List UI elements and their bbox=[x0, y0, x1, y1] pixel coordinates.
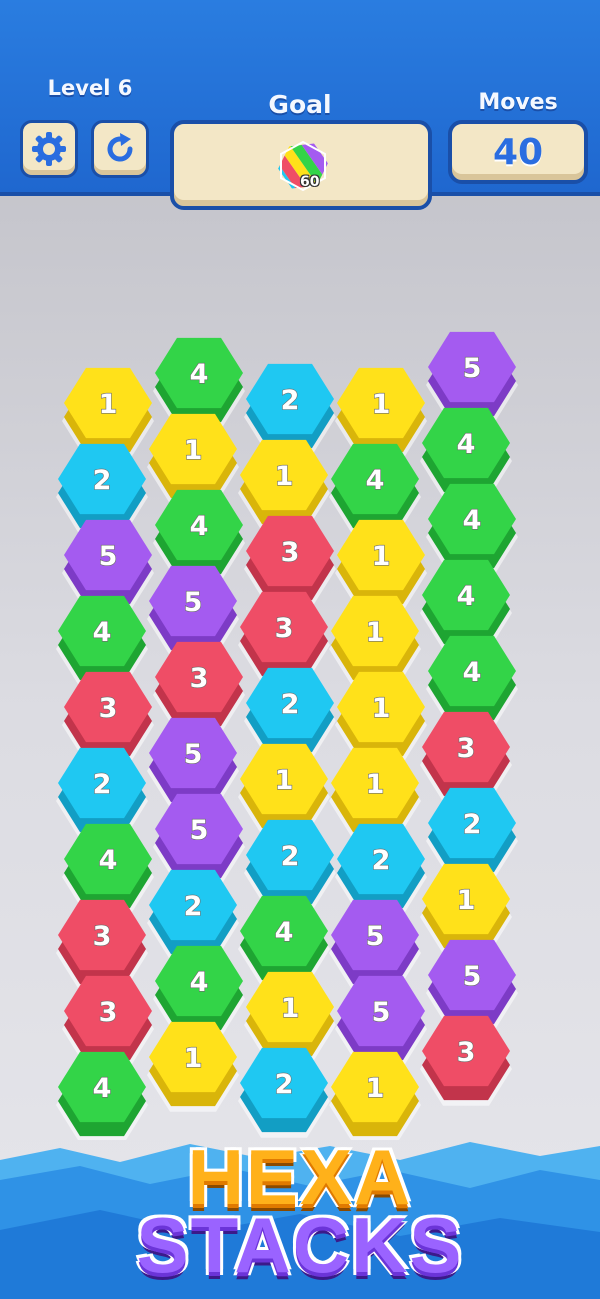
hex-tile-value: 1 bbox=[275, 461, 294, 492]
hex-tile-value: 4 bbox=[190, 511, 209, 542]
hex-tile-value: 1 bbox=[457, 885, 476, 916]
hex-tile-value: 5 bbox=[184, 739, 203, 770]
hex-tile-value: 1 bbox=[366, 617, 385, 648]
hex-tile-value: 4 bbox=[366, 465, 385, 496]
hex-tile-value: 2 bbox=[372, 845, 391, 876]
hex-tile-value: 2 bbox=[275, 1069, 294, 1100]
hex-tile-value: 4 bbox=[93, 617, 112, 648]
hex-tile-value: 3 bbox=[457, 733, 476, 764]
hex-tile-value: 4 bbox=[463, 657, 482, 688]
hex-tile-value: 1 bbox=[275, 765, 294, 796]
hex-tile[interactable]: 4 bbox=[56, 1051, 148, 1140]
hex-tile-value: 1 bbox=[366, 1073, 385, 1104]
hex-tile-value: 1 bbox=[372, 389, 391, 420]
hex-tile-value: 1 bbox=[372, 693, 391, 724]
hex-tile-value: 4 bbox=[457, 581, 476, 612]
hex-tile-value: 3 bbox=[281, 537, 300, 568]
hex-tile[interactable]: 3 bbox=[420, 1015, 512, 1106]
hex-tile-value: 4 bbox=[457, 429, 476, 460]
hex-tile-value: 1 bbox=[372, 541, 391, 572]
hex-tile-value: 3 bbox=[93, 921, 112, 952]
hex-tile-value: 2 bbox=[184, 891, 203, 922]
hex-tile-value: 2 bbox=[281, 385, 300, 416]
hex-tile-value: 1 bbox=[99, 389, 118, 420]
hex-tile-value: 4 bbox=[190, 967, 209, 998]
hex-tile-value: 5 bbox=[99, 541, 118, 572]
hex-tile-value: 5 bbox=[190, 815, 209, 846]
hex-tile-value: 3 bbox=[99, 693, 118, 724]
hex-tile-value: 1 bbox=[281, 993, 300, 1024]
hex-tile-value: 2 bbox=[93, 465, 112, 496]
hex-tile-value: 5 bbox=[463, 353, 482, 384]
hex-board: 1 4 2 1 5 2 1 1 4 4 5 4 3 1 4 4 5 3 1 4 3 3 2 1 4 2 5 1 1 3 4 5 2 2 2 3 2 4 5 1… bbox=[56, 331, 518, 1140]
hex-tile-value: 4 bbox=[463, 505, 482, 536]
hex-tile-value: 3 bbox=[190, 663, 209, 694]
hex-tile-value: 2 bbox=[281, 689, 300, 720]
hex-tile-value: 2 bbox=[93, 769, 112, 800]
hex-tile-value: 5 bbox=[366, 921, 385, 952]
hex-tile-value: 1 bbox=[184, 435, 203, 466]
hex-tile-value: 4 bbox=[93, 1073, 112, 1104]
hex-tile[interactable]: 1 bbox=[147, 1021, 239, 1112]
hex-tile-value: 5 bbox=[463, 961, 482, 992]
hex-tile-value: 1 bbox=[366, 769, 385, 800]
logo-stacks: STACKS bbox=[136, 1201, 464, 1289]
hex-tile[interactable]: 1 bbox=[329, 1051, 421, 1140]
hex-tile[interactable]: 2 bbox=[238, 1047, 330, 1138]
hex-tile-value: 3 bbox=[275, 613, 294, 644]
hex-tile-value: 3 bbox=[457, 1037, 476, 1068]
hex-tile-value: 1 bbox=[184, 1043, 203, 1074]
hex-tile-value: 3 bbox=[99, 997, 118, 1028]
hex-tile-value: 2 bbox=[463, 809, 482, 840]
hex-tile-value: 2 bbox=[281, 841, 300, 872]
hex-tile-value: 5 bbox=[184, 587, 203, 618]
hex-tile-value: 4 bbox=[99, 845, 118, 876]
hex-tile-value: 4 bbox=[190, 359, 209, 390]
hex-tile-value: 4 bbox=[275, 917, 294, 948]
hex-tile-value: 5 bbox=[372, 997, 391, 1028]
